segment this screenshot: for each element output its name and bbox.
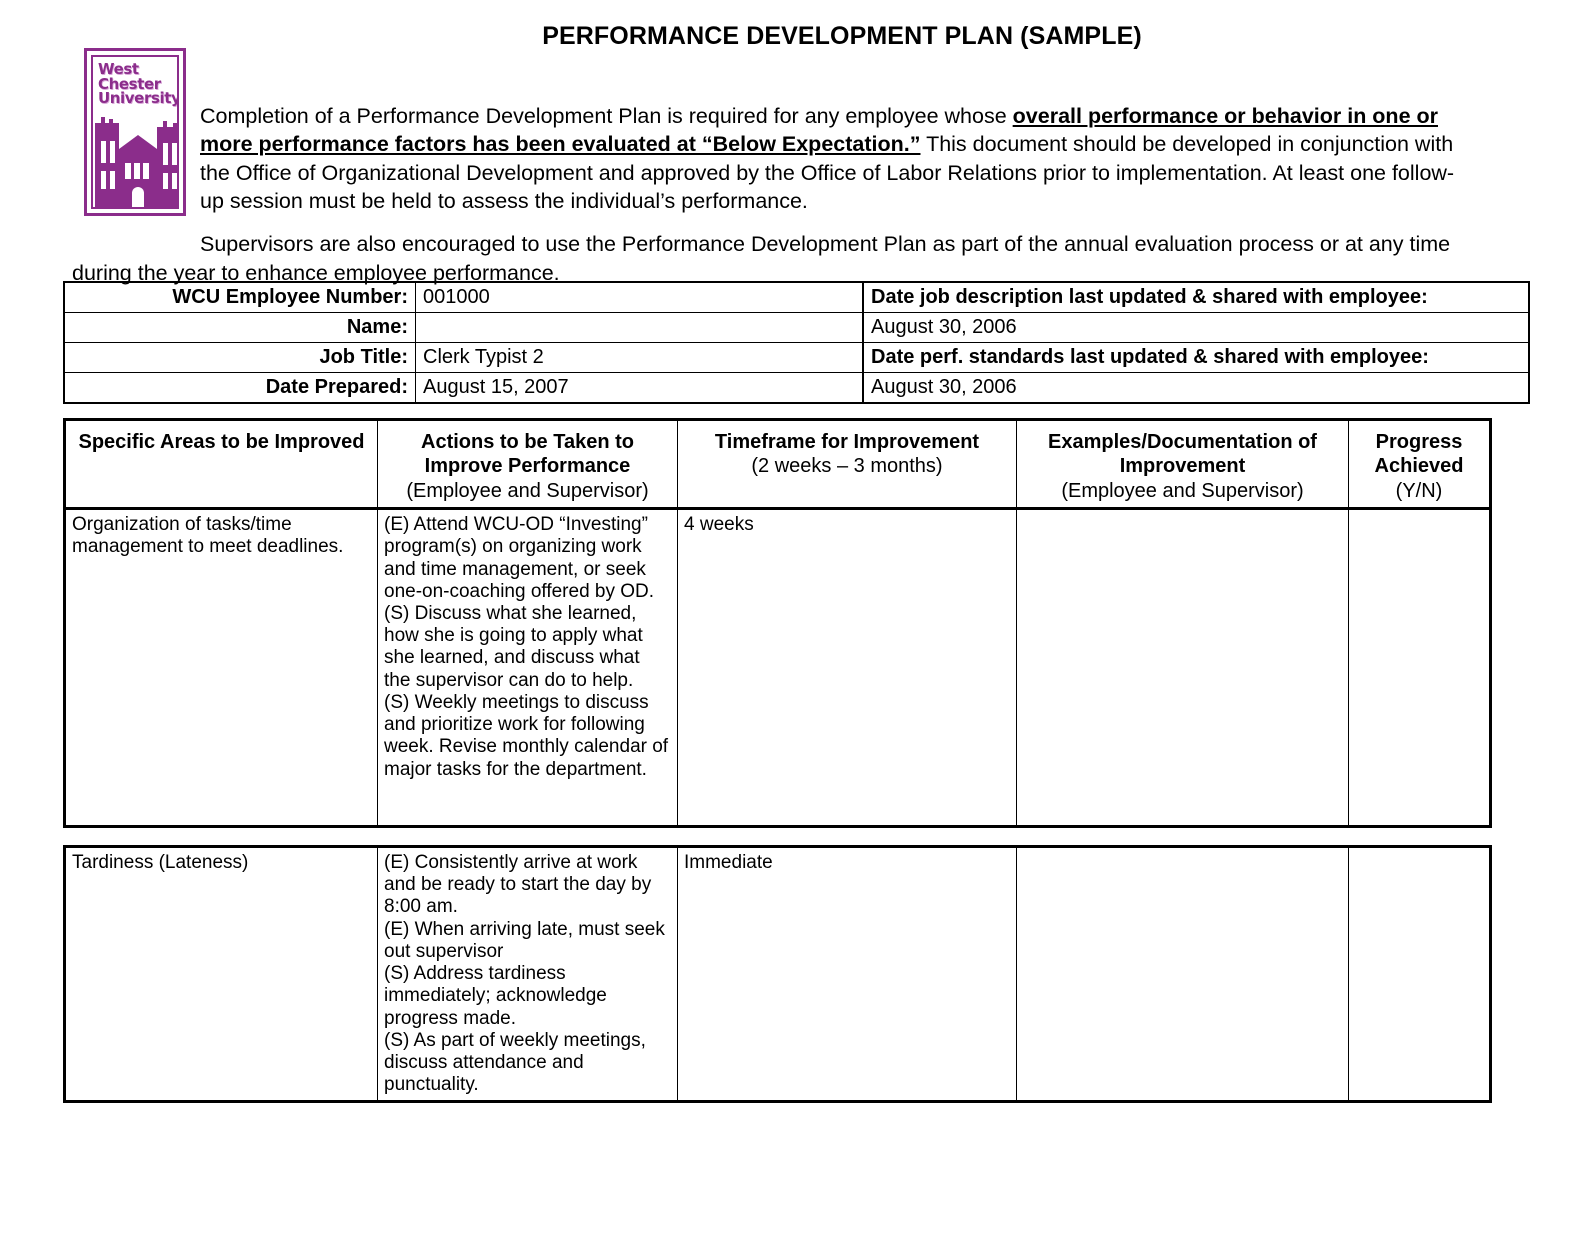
date-perf-standards-value[interactable]: August 30, 2006 (862, 372, 1530, 404)
date-job-description-value[interactable]: August 30, 2006 (862, 312, 1530, 343)
row-1-specific-area-text: Organization of tasks/time management to… (72, 514, 344, 558)
column-header-actions: Actions to be Taken to Improve Performan… (377, 417, 678, 511)
column-header-timeframe: Timeframe for Improvement (2 weeks – 3 m… (677, 417, 1017, 511)
row-2-timeframe-text: Immediate (684, 852, 773, 873)
row-1-timeframe[interactable]: 4 weeks (677, 508, 1017, 829)
intro-paragraph-1-part1: Completion of a Performance Development … (200, 103, 1013, 128)
intro-paragraph-1: Completion of a Performance Development … (200, 102, 1477, 216)
row-2-actions[interactable]: (E) Consistently arrive at work and be r… (377, 844, 678, 1104)
improvement-plan-table-2: Tardiness (Lateness) (E) Consistently ar… (63, 844, 1492, 1104)
row-2-timeframe[interactable]: Immediate (677, 844, 1017, 1104)
column-header-progress-sub: (Y/N) (1395, 479, 1443, 502)
column-header-examples: Examples/Documentation of Improvement (E… (1016, 417, 1349, 511)
name-value[interactable] (415, 312, 864, 343)
row-1-examples[interactable] (1016, 508, 1349, 829)
logo-wordmark-line-3: University (98, 89, 179, 108)
table-row: Date Prepared: August 15, 2007 August 30… (63, 372, 1530, 404)
employee-number-label: WCU Employee Number: (63, 281, 416, 313)
table-row: Organization of tasks/time management to… (63, 508, 1492, 829)
column-header-specific-areas: Specific Areas to be Improved (63, 417, 378, 511)
employee-info-table: WCU Employee Number: 001000 Date job des… (63, 281, 1530, 404)
column-header-specific-areas-main: Specific Areas to be Improved (78, 431, 365, 453)
name-label: Name: (63, 312, 416, 343)
university-tower-icon (95, 117, 177, 207)
date-prepared-label: Date Prepared: (63, 372, 416, 404)
column-header-examples-sub: (Employee and Supervisor) (1061, 479, 1304, 502)
table-row: Name: August 30, 2006 (63, 312, 1530, 343)
page-title: PERFORMANCE DEVELOPMENT PLAN (SAMPLE) (542, 22, 1142, 50)
column-header-examples-main: Examples/Documentation of Improvement (1048, 431, 1317, 478)
document-header: West Chester University PERFORMANCE DEVE… (0, 0, 1584, 285)
column-header-progress: Progress Achieved (Y/N) (1348, 417, 1492, 511)
row-2-examples[interactable] (1016, 844, 1349, 1104)
table-row: Tardiness (Lateness) (E) Consistently ar… (63, 844, 1492, 1104)
table-row: WCU Employee Number: 001000 Date job des… (63, 281, 1530, 313)
column-header-timeframe-main: Timeframe for Improvement (714, 431, 980, 453)
column-header-actions-main: Actions to be Taken to Improve Performan… (421, 431, 634, 478)
date-job-description-label: Date job description last updated & shar… (862, 281, 1530, 313)
intro-paragraph-2: Supervisors are also encouraged to use t… (72, 231, 1451, 285)
column-header-progress-main: Progress Achieved (1374, 431, 1464, 478)
row-1-actions[interactable]: (E) Attend WCU-OD “Investing” program(s)… (377, 508, 678, 829)
row-1-timeframe-text: 4 weeks (684, 514, 754, 536)
table-row: Job Title: Clerk Typist 2 Date perf. sta… (63, 342, 1530, 373)
table-header-row: Specific Areas to be Improved Actions to… (63, 417, 1492, 511)
improvement-plan-table-1: Specific Areas to be Improved Actions to… (63, 417, 1492, 829)
logo-wordmark: West Chester University (98, 62, 179, 108)
west-chester-university-logo: West Chester University (84, 48, 186, 216)
row-2-specific-area[interactable]: Tardiness (Lateness) (63, 844, 378, 1104)
column-header-timeframe-sub: (2 weeks – 3 months) (751, 455, 943, 478)
employee-number-value[interactable]: 001000 (415, 281, 864, 313)
row-1-actions-text: (E) Attend WCU-OD “Investing” program(s)… (384, 514, 669, 780)
row-2-progress[interactable] (1348, 844, 1492, 1104)
row-2-specific-area-text: Tardiness (Lateness) (72, 852, 249, 873)
row-1-specific-area[interactable]: Organization of tasks/time management to… (63, 508, 378, 829)
row-2-actions-text: (E) Consistently arrive at work and be r… (384, 852, 665, 1096)
row-1-progress[interactable] (1348, 508, 1492, 829)
date-perf-standards-label: Date perf. standards last updated & shar… (862, 342, 1530, 373)
column-header-actions-sub: (Employee and Supervisor) (406, 479, 649, 502)
logo-inner-border: West Chester University (91, 55, 179, 209)
date-prepared-value[interactable]: August 15, 2007 (415, 372, 864, 404)
job-title-value[interactable]: Clerk Typist 2 (415, 342, 864, 373)
job-title-label: Job Title: (63, 342, 416, 373)
